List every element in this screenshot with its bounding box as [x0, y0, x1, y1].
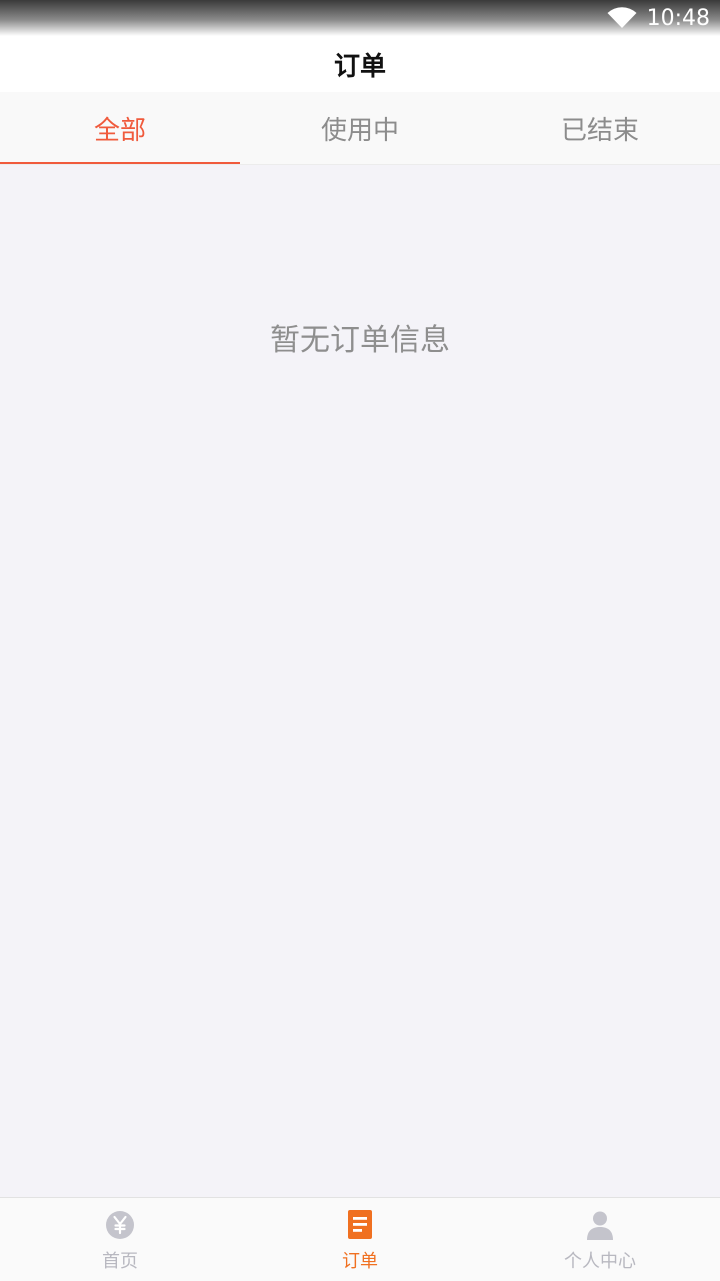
nav-home[interactable]: 首页	[0, 1198, 240, 1281]
nav-profile-label: 个人中心	[564, 1251, 636, 1272]
status-time: 10:48	[646, 5, 710, 31]
tab-finished-label: 已结束	[560, 115, 639, 146]
tab-in-use-label: 使用中	[320, 115, 399, 146]
order-document-icon	[348, 1210, 372, 1239]
tab-all-label: 全部	[93, 115, 146, 146]
nav-orders[interactable]: 订单	[240, 1198, 480, 1281]
nav-orders-label: 订单	[342, 1251, 378, 1272]
status-bar: 10:48	[0, 0, 720, 36]
title-bar: 订单	[0, 36, 720, 92]
nav-profile[interactable]: 个人中心	[480, 1198, 720, 1281]
tab-finished[interactable]: 已结束	[480, 92, 720, 164]
person-icon	[587, 1211, 613, 1240]
page-title: 订单	[333, 51, 386, 82]
yen-coin-icon	[106, 1211, 134, 1239]
tab-all[interactable]: 全部	[0, 92, 240, 164]
order-list-area: 暂无订单信息	[0, 165, 720, 1197]
wifi-icon	[607, 7, 637, 28]
tab-in-use[interactable]: 使用中	[240, 92, 480, 164]
order-tabs: 全部 使用中 已结束	[0, 92, 720, 165]
empty-state-message: 暂无订单信息	[270, 323, 450, 358]
nav-home-label: 首页	[102, 1251, 138, 1272]
bottom-navigation: 首页 订单 个人中心	[0, 1197, 720, 1281]
status-icons: 10:48	[607, 4, 710, 32]
